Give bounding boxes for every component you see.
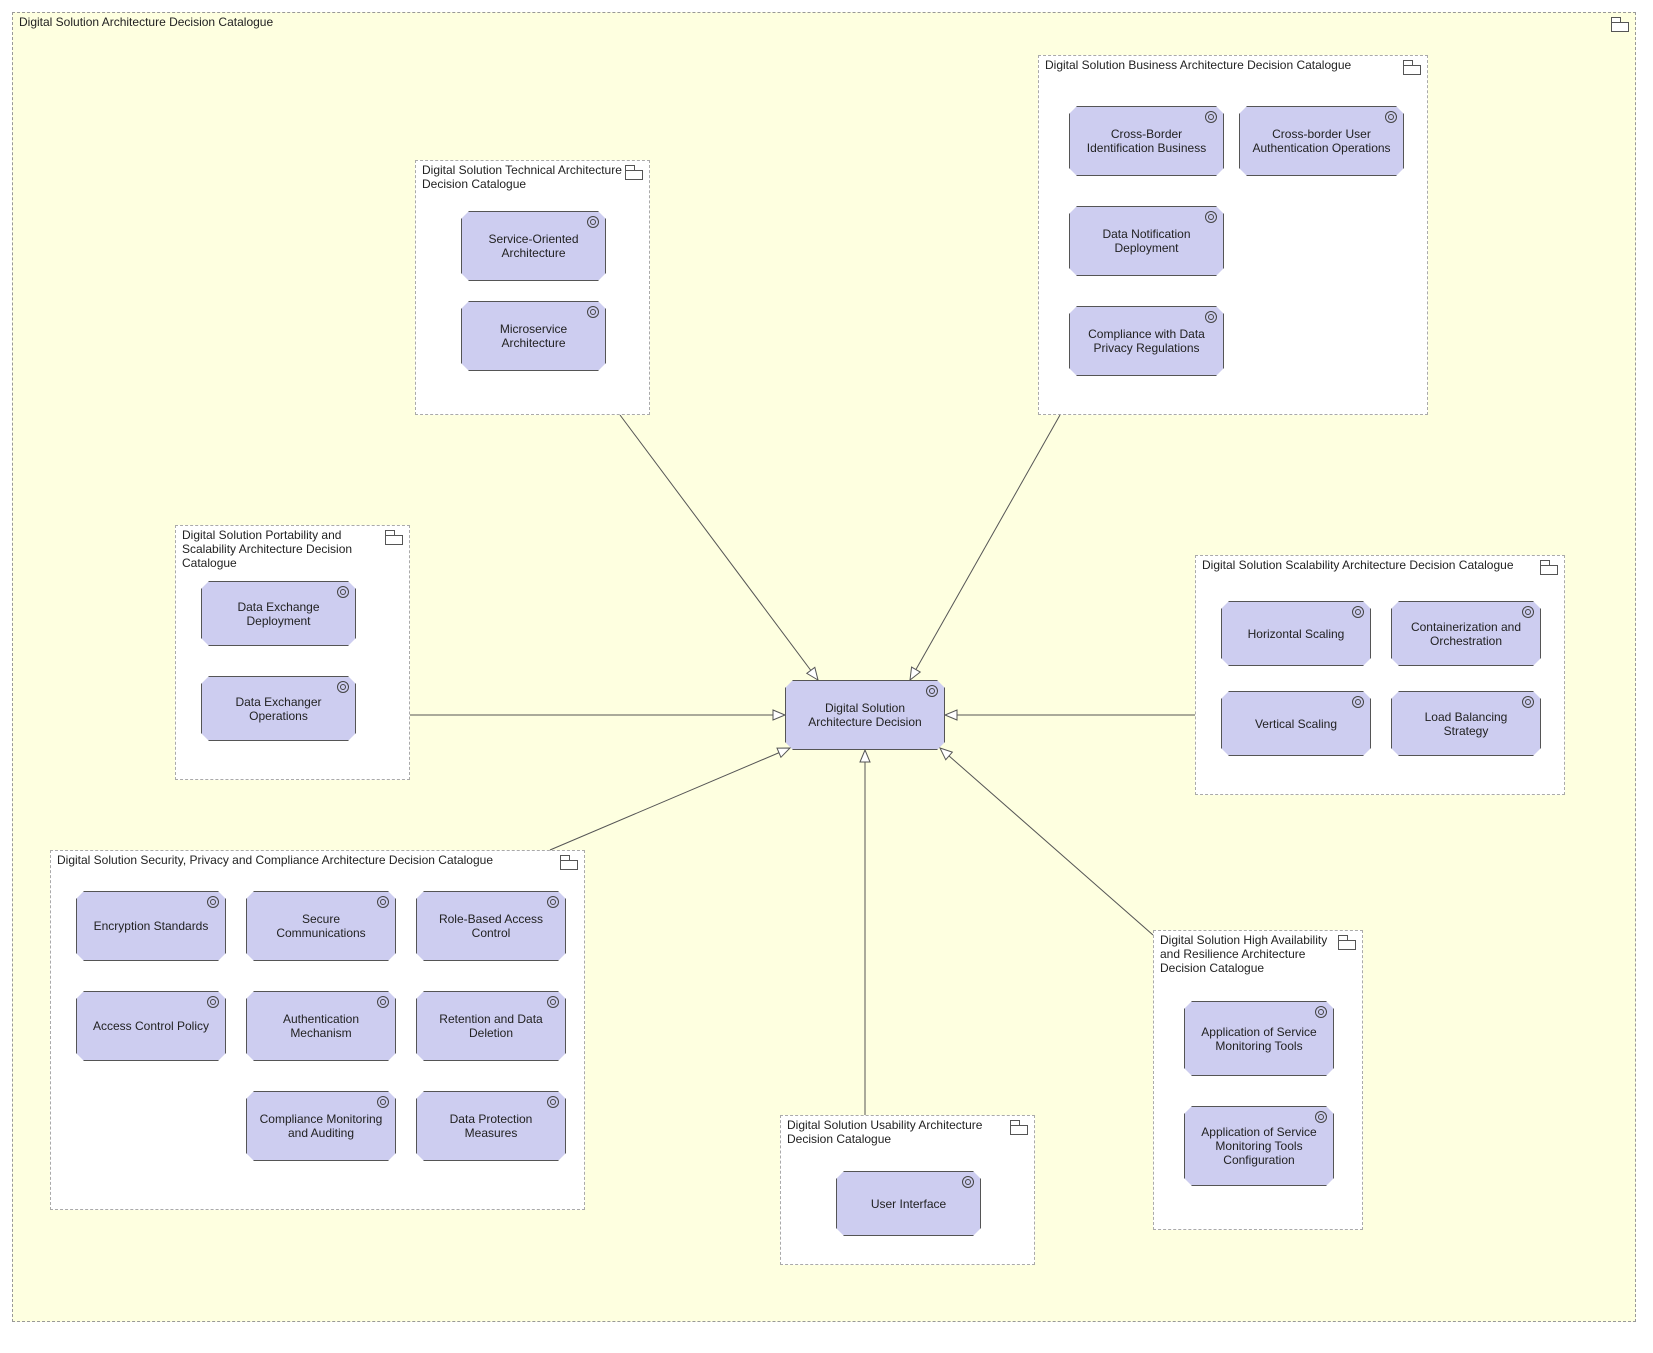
package-icon bbox=[1540, 560, 1558, 574]
node-microservice-architecture: Microservice Architecture bbox=[461, 301, 606, 371]
catalogue-ha: Digital Solution High Availability and R… bbox=[1153, 930, 1363, 1230]
node-access-control-policy: Access Control Policy bbox=[76, 991, 226, 1061]
package-icon bbox=[1611, 17, 1629, 31]
node-data-exchanger-operations: Data Exchanger Operations bbox=[201, 676, 356, 741]
catalogue-security: Digital Solution Security, Privacy and C… bbox=[50, 850, 585, 1210]
principle-icon bbox=[207, 996, 219, 1008]
catalogue-scalability: Digital Solution Scalability Architectur… bbox=[1195, 555, 1565, 795]
node-secure-communications: Secure Communications bbox=[246, 891, 396, 961]
principle-icon bbox=[547, 996, 559, 1008]
principle-icon bbox=[1522, 696, 1534, 708]
principle-icon bbox=[926, 685, 938, 697]
principle-icon bbox=[547, 1096, 559, 1108]
catalogue-scalability-title: Digital Solution Scalability Architectur… bbox=[1202, 558, 1538, 572]
package-icon bbox=[1403, 60, 1421, 74]
node-data-notification-deployment: Data Notification Deployment bbox=[1069, 206, 1224, 276]
catalogue-technical: Digital Solution Technical Architecture … bbox=[415, 160, 650, 415]
principle-icon bbox=[547, 896, 559, 908]
principle-icon bbox=[377, 896, 389, 908]
principle-icon bbox=[1385, 111, 1397, 123]
outer-catalogue-title: Digital Solution Architecture Decision C… bbox=[19, 15, 273, 29]
catalogue-business-title: Digital Solution Business Architecture D… bbox=[1045, 58, 1401, 72]
node-containerization-orchestration: Containerization and Orchestration bbox=[1391, 601, 1541, 666]
node-horizontal-scaling: Horizontal Scaling bbox=[1221, 601, 1371, 666]
principle-icon bbox=[962, 1176, 974, 1188]
node-load-balancing-strategy: Load Balancing Strategy bbox=[1391, 691, 1541, 756]
package-icon bbox=[1338, 935, 1356, 949]
principle-icon bbox=[587, 306, 599, 318]
catalogue-business: Digital Solution Business Architecture D… bbox=[1038, 55, 1428, 415]
node-vertical-scaling: Vertical Scaling bbox=[1221, 691, 1371, 756]
catalogue-ha-title: Digital Solution High Availability and R… bbox=[1160, 933, 1336, 975]
principle-icon bbox=[337, 681, 349, 693]
package-icon bbox=[1010, 1120, 1028, 1134]
principle-icon bbox=[1205, 211, 1217, 223]
principle-icon bbox=[1352, 606, 1364, 618]
principle-icon bbox=[1315, 1006, 1327, 1018]
node-service-oriented-architecture: Service-Oriented Architecture bbox=[461, 211, 606, 281]
catalogue-technical-title: Digital Solution Technical Architecture … bbox=[422, 163, 623, 191]
principle-icon bbox=[1522, 606, 1534, 618]
node-cross-border-user-authentication: Cross-border User Authentication Operati… bbox=[1239, 106, 1404, 176]
node-data-exchange-deployment: Data Exchange Deployment bbox=[201, 581, 356, 646]
package-icon bbox=[560, 855, 578, 869]
principle-icon bbox=[207, 896, 219, 908]
node-cross-border-identification-business: Cross-Border Identification Business bbox=[1069, 106, 1224, 176]
catalogue-security-title: Digital Solution Security, Privacy and C… bbox=[57, 853, 558, 867]
node-role-based-access-control: Role-Based Access Control bbox=[416, 891, 566, 961]
catalogue-portability-title: Digital Solution Portability and Scalabi… bbox=[182, 528, 383, 570]
node-authentication-mechanism: Authentication Mechanism bbox=[246, 991, 396, 1061]
principle-icon bbox=[1315, 1111, 1327, 1123]
catalogue-portability: Digital Solution Portability and Scalabi… bbox=[175, 525, 410, 780]
node-user-interface: User Interface bbox=[836, 1171, 981, 1236]
catalogue-usability-title: Digital Solution Usability Architecture … bbox=[787, 1118, 1008, 1146]
principle-icon bbox=[377, 1096, 389, 1108]
node-service-monitoring-tools-config: Application of Service Monitoring Tools … bbox=[1184, 1106, 1334, 1186]
node-service-monitoring-tools: Application of Service Monitoring Tools bbox=[1184, 1001, 1334, 1076]
principle-icon bbox=[1352, 696, 1364, 708]
node-data-protection-measures: Data Protection Measures bbox=[416, 1091, 566, 1161]
principle-icon bbox=[587, 216, 599, 228]
diagram-canvas: Digital Solution Architecture Decision C… bbox=[0, 0, 1653, 1353]
node-compliance-monitoring-auditing: Compliance Monitoring and Auditing bbox=[246, 1091, 396, 1161]
package-icon bbox=[625, 165, 643, 179]
principle-icon bbox=[1205, 111, 1217, 123]
principle-icon bbox=[337, 586, 349, 598]
principle-icon bbox=[377, 996, 389, 1008]
node-compliance-data-privacy: Compliance with Data Privacy Regulations bbox=[1069, 306, 1224, 376]
node-retention-data-deletion: Retention and Data Deletion bbox=[416, 991, 566, 1061]
catalogue-usability: Digital Solution Usability Architecture … bbox=[780, 1115, 1035, 1265]
node-central-decision: Digital Solution Architecture Decision bbox=[785, 680, 945, 750]
node-encryption-standards: Encryption Standards bbox=[76, 891, 226, 961]
package-icon bbox=[385, 530, 403, 544]
principle-icon bbox=[1205, 311, 1217, 323]
